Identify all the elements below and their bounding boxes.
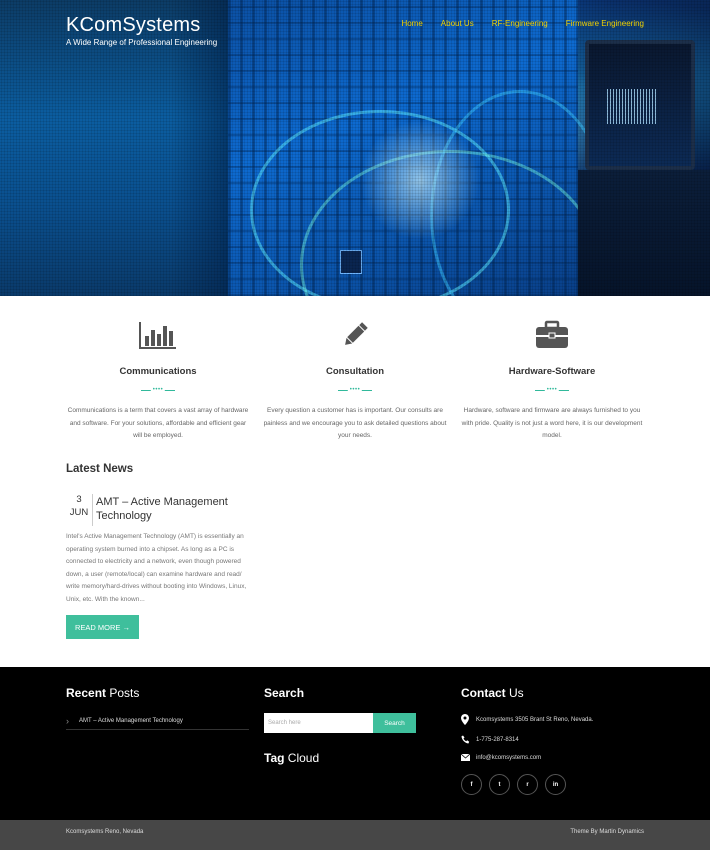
theme-credit-link[interactable]: Theme By Martin Dynamics — [570, 829, 644, 835]
phone-icon — [461, 735, 476, 744]
feature-text: Hardware, software and firmware are alwa… — [461, 407, 643, 439]
tag-cloud-heading: Tag Cloud — [264, 751, 320, 765]
contact-phone-text: 1-775-287-8314 — [476, 736, 519, 743]
feature-divider — [535, 390, 569, 391]
rss-icon[interactable]: r — [517, 774, 538, 795]
map-marker-icon — [461, 714, 476, 725]
facebook-icon[interactable]: f — [461, 774, 482, 795]
feature-text: Every question a customer has is importa… — [263, 407, 447, 439]
contact-email-text[interactable]: info@kcomsystems.com — [476, 755, 541, 761]
site-title[interactable]: KComSystems — [66, 14, 217, 37]
bottom-bar: Kcomsystems Reno, Nevada Theme By Martin… — [0, 820, 710, 850]
contact-heading: Contact Us — [461, 686, 524, 700]
nav-item-firmware-engineering[interactable]: Firmware Engineering — [566, 19, 644, 28]
latest-news-heading: Latest News — [66, 463, 134, 475]
feature-text: Communications is a term that covers a v… — [67, 407, 249, 439]
features-section: Communications Communications is a term … — [66, 318, 644, 443]
contact-phone: 1-775-287-8314 — [461, 735, 593, 744]
news-date: 3 JUN — [66, 494, 93, 526]
contact-address-text: Kcomsystems 3505 Brant St Reno, Nevada. — [476, 716, 594, 723]
recent-posts-heading: Recent Posts — [66, 686, 140, 700]
nav-item-home[interactable]: Home — [401, 19, 422, 28]
site-brand[interactable]: KComSystems A Wide Range of Professional… — [66, 14, 217, 47]
footer-recent-posts: Recent Posts AMT – Active Management Tec… — [66, 686, 249, 730]
nav-item-rf-engineering[interactable]: RF-Engineering — [492, 19, 548, 28]
read-more-button[interactable]: READ MORE → — [66, 615, 139, 639]
news-excerpt: Intel's Active Management Technology (AM… — [66, 533, 247, 603]
envelope-icon — [461, 754, 476, 761]
search-button[interactable]: Search — [373, 713, 416, 733]
search-heading: Search — [264, 686, 305, 700]
nav-item-about-us[interactable]: About Us — [441, 19, 474, 28]
site-tagline: A Wide Range of Professional Engineering — [66, 38, 218, 47]
contact-address: Kcomsystems 3505 Brant St Reno, Nevada. — [461, 714, 593, 725]
pencil-icon — [263, 318, 447, 352]
main-nav: Home About Us RF-Engineering Firmware En… — [401, 19, 644, 28]
feature-title: Communications — [119, 366, 197, 377]
footer: Recent Posts AMT – Active Management Tec… — [0, 667, 710, 820]
news-headline-link[interactable]: AMT – Active Management Technology — [96, 495, 256, 523]
feature-hardware-software: Hardware-Software Hardware, software and… — [460, 318, 644, 443]
footer-search: Search Search here Search Tag Cloud — [264, 686, 416, 765]
feature-communications: Communications Communications is a term … — [66, 318, 250, 443]
twitter-icon[interactable]: t — [489, 774, 510, 795]
feature-divider — [141, 390, 175, 391]
linkedin-icon[interactable]: in — [545, 774, 566, 795]
social-links: f t r in — [461, 774, 593, 795]
hero-banner: KComSystems A Wide Range of Professional… — [0, 0, 710, 296]
feature-divider — [338, 390, 372, 391]
copyright-text: Kcomsystems Reno, Nevada — [66, 829, 144, 835]
recent-post-link[interactable]: AMT – Active Management Technology — [66, 716, 249, 730]
feature-title: Hardware-Software — [508, 366, 596, 377]
contact-email: info@kcomsystems.com — [461, 754, 593, 761]
briefcase-icon — [460, 318, 644, 352]
news-date-day: 3 — [76, 494, 82, 505]
feature-consultation: Consultation Every question a customer h… — [263, 318, 447, 443]
search-input[interactable]: Search here — [264, 713, 373, 733]
news-date-month: JUN — [69, 507, 89, 518]
bar-chart-icon — [66, 318, 250, 352]
footer-contact: Contact Us Kcomsystems 3505 Brant St Ren… — [461, 686, 593, 795]
feature-title: Consultation — [325, 366, 385, 377]
search-form: Search here Search — [264, 713, 416, 733]
